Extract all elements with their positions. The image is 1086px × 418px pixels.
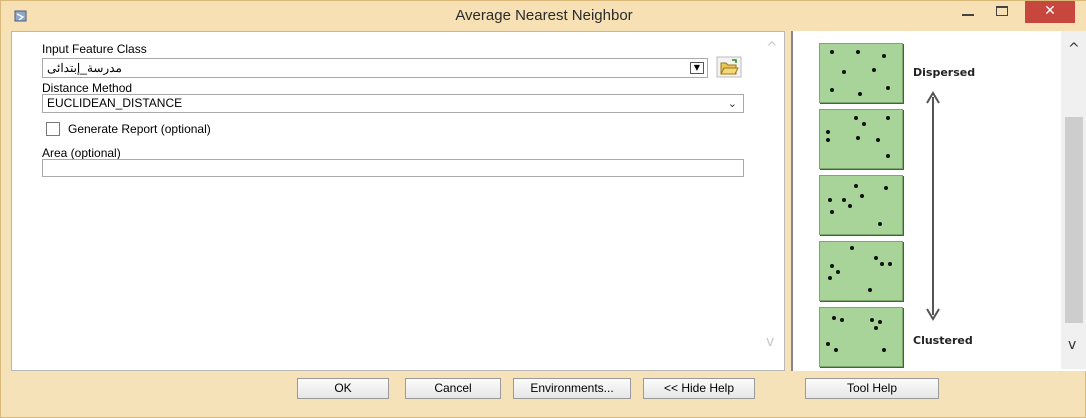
distance-method-select[interactable]: EUCLIDEAN_DISTANCE ⌄ xyxy=(42,94,744,113)
point xyxy=(882,348,886,352)
minimize-button[interactable] xyxy=(953,1,983,23)
input-feature-class-value: مدرسة_إبتدائى xyxy=(47,61,122,75)
point xyxy=(878,222,882,226)
point xyxy=(884,186,888,190)
point xyxy=(840,318,844,322)
pattern-square-2 xyxy=(819,109,903,169)
point xyxy=(832,316,836,320)
input-feature-class-select[interactable]: مدرسة_إبتدائى ▼ xyxy=(42,58,708,78)
point xyxy=(826,130,830,134)
scrollbar-thumb[interactable] xyxy=(1065,117,1083,323)
area-input[interactable] xyxy=(42,159,744,177)
input-feature-class-label: Input Feature Class xyxy=(42,42,147,56)
point xyxy=(826,342,830,346)
environments-button[interactable]: Environments... xyxy=(513,378,631,399)
point xyxy=(880,262,884,266)
close-icon: ✕ xyxy=(1044,3,1056,19)
hide-help-button[interactable]: << Hide Help xyxy=(643,378,755,399)
point xyxy=(870,318,874,322)
point xyxy=(828,198,832,202)
help-pane: Dispersed Clustered ^ v xyxy=(791,31,1086,371)
dropdown-arrow-icon[interactable]: ▼ xyxy=(690,62,704,74)
distance-method-value: EUCLIDEAN_DISTANCE xyxy=(47,96,183,110)
point xyxy=(882,54,886,58)
chevron-down-icon[interactable]: v xyxy=(766,334,774,350)
maximize-button[interactable] xyxy=(987,1,1017,23)
chevron-up-icon[interactable]: ^ xyxy=(766,40,778,56)
point xyxy=(826,138,830,142)
point xyxy=(830,50,834,54)
point xyxy=(860,194,864,198)
parameters-scrollbar[interactable]: ^ v xyxy=(762,34,782,368)
point xyxy=(856,136,860,140)
clustered-label: Clustered xyxy=(913,334,973,347)
point xyxy=(856,50,860,54)
point xyxy=(830,88,834,92)
pattern-square-dispersed-1 xyxy=(819,43,903,103)
chevron-down-icon[interactable]: ⌄ xyxy=(728,97,737,110)
title-bar[interactable]: Average Nearest Neighbor ✕ xyxy=(1,1,1086,31)
point xyxy=(848,204,852,208)
dispersed-label: Dispersed xyxy=(913,66,976,79)
point xyxy=(830,264,834,268)
point xyxy=(854,184,858,188)
pattern-square-clustered xyxy=(819,307,903,367)
tool-help-button[interactable]: Tool Help xyxy=(805,378,939,399)
generate-report-checkbox[interactable] xyxy=(46,122,60,136)
parameters-pane: Input Feature Class مدرسة_إبتدائى ▼ Dist… xyxy=(11,31,785,371)
point xyxy=(862,122,866,126)
point xyxy=(834,348,838,352)
point xyxy=(886,116,890,120)
chevron-up-icon[interactable]: ^ xyxy=(1068,41,1080,57)
maximize-icon xyxy=(996,6,1008,16)
point xyxy=(842,70,846,74)
point xyxy=(850,246,854,250)
point xyxy=(874,256,878,260)
area-label: Area (optional) xyxy=(42,146,121,160)
point xyxy=(876,138,880,142)
tool-dialog-window: Average Nearest Neighbor ✕ Input Feature… xyxy=(0,0,1086,418)
point xyxy=(886,154,890,158)
point xyxy=(842,198,846,202)
point xyxy=(888,262,892,266)
point xyxy=(854,116,858,120)
point xyxy=(828,276,832,280)
pattern-square-3 xyxy=(819,175,903,235)
point xyxy=(886,86,890,90)
point xyxy=(878,320,882,324)
distance-method-label: Distance Method xyxy=(42,81,133,95)
point xyxy=(858,92,862,96)
point xyxy=(830,210,834,214)
cancel-button[interactable]: Cancel xyxy=(405,378,501,399)
dispersion-arrow-icon xyxy=(926,91,940,321)
point xyxy=(874,326,878,330)
close-button[interactable]: ✕ xyxy=(1025,1,1075,23)
point xyxy=(868,288,872,292)
point xyxy=(872,68,876,72)
generate-report-label[interactable]: Generate Report (optional) xyxy=(68,122,211,136)
chevron-down-icon[interactable]: v xyxy=(1068,337,1076,353)
ok-button[interactable]: OK xyxy=(297,378,389,399)
help-scrollbar[interactable]: ^ v xyxy=(1061,31,1086,369)
pattern-square-4 xyxy=(819,241,903,301)
window-title: Average Nearest Neighbor xyxy=(455,7,633,24)
point xyxy=(836,270,840,274)
minimize-icon xyxy=(962,14,974,16)
open-folder-icon[interactable] xyxy=(716,56,742,78)
